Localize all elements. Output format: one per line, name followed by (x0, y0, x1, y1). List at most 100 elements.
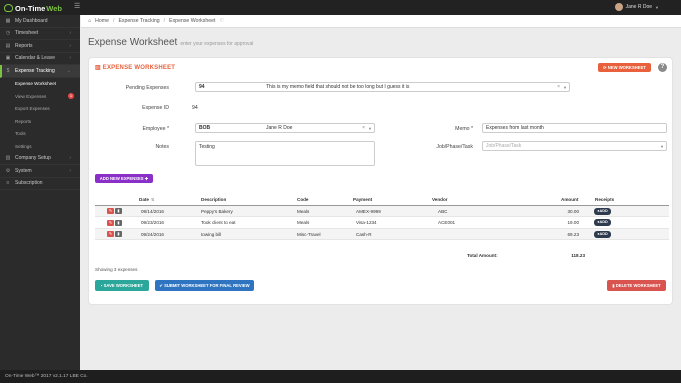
add-receipt-button[interactable]: ●ADD (594, 207, 611, 215)
edit-icon[interactable]: ✎ (107, 208, 114, 214)
card-heading: ▥ EXPENSE WORKSHEET (95, 64, 175, 71)
col-header-description[interactable]: Description (201, 197, 226, 202)
col-header-label: Description (201, 196, 227, 202)
sidebar-item-expense-tracking[interactable]: $ Expense Tracking ⌄ (0, 65, 80, 78)
col-header-label: Date (139, 196, 149, 202)
sidebar-sub-expense-worksheet[interactable]: Expense Worksheet (0, 78, 80, 91)
footer-text: On-Time Web™ 2017 v2.1.17 LBE Co. (5, 374, 88, 379)
edit-icon[interactable]: ✎ (107, 231, 114, 237)
memo-input[interactable]: Expenses from last month (482, 123, 667, 133)
col-header-code[interactable]: Code (297, 197, 308, 202)
delete-worksheet-button[interactable]: ▮ DELETE WORKSHEET (607, 280, 666, 291)
chevron-down-icon: ▼ (368, 125, 372, 131)
notes-textarea[interactable]: Testing (195, 141, 375, 166)
cell-date: 09/24/2016 (141, 231, 164, 237)
breadcrumb-home[interactable]: Home (95, 18, 109, 24)
job-phase-task-select[interactable]: Job/Phase/Task ▼ (482, 141, 667, 151)
sidebar-sub-export-expenses[interactable]: Export Expenses (0, 103, 80, 116)
chevron-down-icon: ⌄ (66, 67, 71, 74)
cell-description: Took client to eat (201, 220, 236, 225)
page-title: Expense Worksheet enter your expenses for… (88, 37, 253, 48)
employee-select[interactable]: BOB Jane R Doe × ▼ (195, 123, 375, 133)
sidebar-sub-tools[interactable]: Tools (0, 128, 80, 141)
avatar (614, 3, 623, 11)
sidebar: ▦ My Dashboard ◷ Timesheet › ▤ Reports ›… (0, 15, 80, 370)
total-amount-label: Total Amount: (467, 253, 498, 258)
cell-payment: AMEX-9999 (356, 208, 381, 214)
user-menu[interactable]: Jane R Doe ▼ (614, 3, 659, 11)
sidebar-item-subscription[interactable]: ≡ Subscription (0, 178, 80, 190)
sidebar-item-calendar[interactable]: ▣ Calendar & Leave › (0, 53, 80, 65)
add-receipt-button[interactable]: ●ADD (594, 230, 611, 238)
sidebar-sub-label: Settings (15, 143, 32, 149)
new-worksheet-button[interactable]: ⟳ NEW WORKSHEET (598, 63, 651, 72)
col-header-label: Receipts (595, 196, 615, 202)
sidebar-item-label: Subscription (15, 180, 43, 187)
clock-icon: ◷ (5, 30, 11, 37)
sidebar-item-label: My Dashboard (15, 17, 48, 24)
add-new-expenses-button[interactable]: ADD NEW EXPENSES ✚ (95, 174, 153, 183)
employee-name: Jane R Doe (266, 125, 293, 131)
pending-id: 94 (199, 84, 205, 90)
table-row: ✎ ▮ 09/24/2016 towing bill Misc-Travel C… (95, 228, 669, 240)
submit-worksheet-button[interactable]: ✔ SUBMIT WORKSHEET FOR FINAL REVIEW (155, 280, 254, 291)
cell-code: Meals (297, 208, 310, 214)
total-amount-value: 118.23 (571, 253, 585, 258)
brand-logo[interactable]: On-Time Web (4, 3, 62, 13)
add-receipt-button[interactable]: ●ADD (594, 219, 611, 226)
sidebar-item-label: Company Setup (15, 155, 51, 162)
col-header-vendor[interactable]: Vendor (432, 197, 448, 202)
cell-amount: 69.23 (567, 231, 580, 237)
sidebar-item-company-setup[interactable]: ▥ Company Setup › (0, 153, 80, 165)
col-header-label: Payment (353, 196, 373, 202)
table-row: ✎ ▮ 09/23/2016 Took client to eat Meals … (95, 217, 669, 229)
trash-icon[interactable]: ▮ (115, 219, 122, 226)
pending-expenses-label: Pending Expenses (125, 85, 169, 91)
chevron-right-icon: › (69, 55, 71, 62)
sidebar-item-system[interactable]: ⚙ System › (0, 165, 80, 178)
sidebar-item-dashboard[interactable]: ▦ My Dashboard (0, 15, 80, 28)
sidebar-item-timesheet[interactable]: ◷ Timesheet › (0, 28, 80, 40)
sidebar-sub-settings[interactable]: Settings (0, 140, 80, 153)
help-icon[interactable]: ? (658, 63, 667, 72)
clear-icon[interactable]: × (362, 125, 365, 131)
pending-expenses-select[interactable]: 94 This is my memo field that should not… (195, 82, 570, 92)
breadcrumb: ⌂ Home / Expense Tracking / Expense Work… (81, 15, 681, 28)
bar-chart-icon: ▤ (5, 42, 11, 49)
chevron-right-icon: › (69, 42, 71, 49)
trash-icon[interactable]: ▮ (115, 231, 122, 237)
sidebar-sub-view-expenses[interactable]: View Expenses 1 (0, 90, 80, 103)
cell-payment: Cash-R (356, 231, 372, 237)
col-header-receipts[interactable]: Receipts (595, 197, 614, 202)
heart-icon[interactable]: ♡ (219, 18, 224, 24)
table-header-row: Date ⇅ Description Code Payment Vendor Am… (95, 194, 669, 206)
clock-logo-icon (4, 4, 13, 12)
gear-icon: ⚙ (5, 167, 11, 174)
breadcrumb-page: Expense Worksheet (169, 18, 216, 24)
top-bar: On-Time Web ☰ Jane R Doe ▼ (0, 0, 681, 15)
chevron-down-icon: ▼ (563, 84, 567, 90)
trash-icon[interactable]: ▮ (115, 208, 122, 214)
menu-toggle-icon[interactable]: ☰ (74, 3, 82, 11)
save-worksheet-button[interactable]: ▪ SAVE WORKSHEET (95, 280, 149, 291)
notification-badge: 1 (68, 93, 74, 99)
sidebar-sub-label: Expense Worksheet (15, 81, 57, 87)
clear-icon[interactable]: × (557, 84, 560, 90)
add-receipt-label: ADD (599, 231, 608, 236)
col-header-payment[interactable]: Payment (353, 197, 372, 202)
sidebar-sub-reports[interactable]: Reports (0, 115, 80, 128)
col-header-label: Code (297, 196, 309, 202)
col-header-date[interactable]: Date ⇅ (139, 197, 154, 202)
employee-label: Employee * (142, 126, 169, 132)
memo-label: Memo * (455, 126, 473, 132)
sidebar-item-label: Timesheet (15, 30, 39, 37)
sidebar-item-reports[interactable]: ▤ Reports › (0, 40, 80, 53)
breadcrumb-section[interactable]: Expense Tracking (118, 18, 159, 24)
sidebar-item-label: Expense Tracking (15, 67, 55, 74)
cell-date: 09/14/2016 (141, 208, 164, 214)
cell-payment: Visa-1234 (356, 220, 377, 225)
edit-icon[interactable]: ✎ (107, 219, 114, 226)
add-receipt-label: ADD (599, 220, 608, 224)
pending-memo: This is my memo field that should not be… (266, 84, 410, 90)
col-header-amount[interactable]: Amount (561, 197, 578, 202)
